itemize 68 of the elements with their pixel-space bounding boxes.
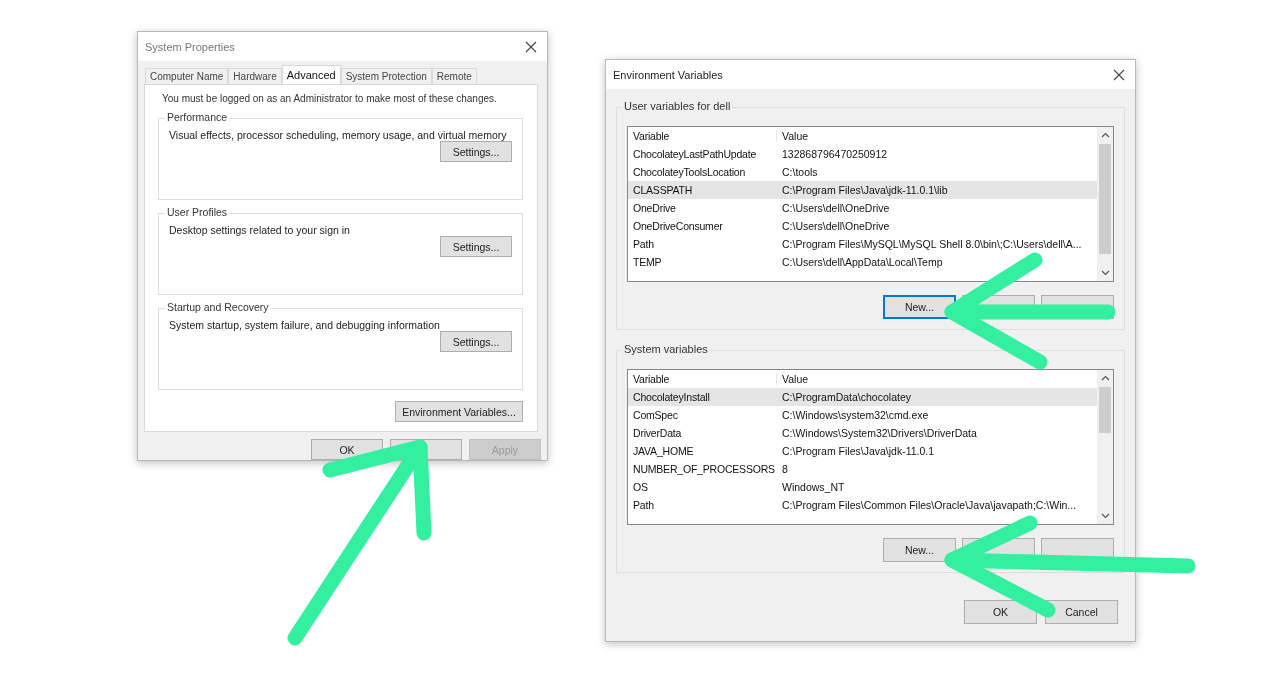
close-icon[interactable] [1113, 68, 1125, 81]
table-cell-text: OneDriveConsumer [632, 220, 724, 232]
table-cell-text: JAVA_HOME [632, 445, 695, 457]
window-title: System Properties [145, 40, 235, 53]
close-icon[interactable] [525, 40, 537, 53]
group-title: User Profiles [165, 206, 230, 218]
table-cell-text: ChocolateyLastPathUpdate [632, 148, 758, 160]
notice-text: You must be logged on as an Administrator to make most of these changes. [162, 93, 498, 104]
dialog-button[interactable]: Cancel [1045, 600, 1118, 624]
scroll-thumb[interactable] [1099, 387, 1111, 433]
settings-button[interactable]: Settings... [440, 236, 512, 257]
table-cell-text: OneDrive [632, 202, 677, 214]
table-cell-text: C:\Users\dell\OneDrive [781, 202, 890, 214]
table-cell-text: 8 [781, 463, 788, 475]
table-cell-text: ChocolateyInstall [632, 391, 711, 403]
table-cell-text: 132868796470250912 [781, 148, 888, 160]
window-title: Environment Variables [613, 68, 723, 81]
table-cell-text: C:\Program Files\Common Files\Oracle\Java\javapath;C:\Win... [781, 499, 1077, 511]
environment-variables-button[interactable]: Environment Variables... [395, 401, 523, 422]
table-cell-text: C:\Program Files\MySQL\MySQL Shell 8.0\bin\;C:\Users\dell\A... [781, 238, 1082, 250]
group-title: Performance [165, 111, 230, 123]
scroll-down-icon[interactable] [1100, 511, 1110, 520]
table-cell-text: C:\Users\dell\OneDrive [781, 220, 890, 232]
table-cell-text: ComSpec [632, 409, 679, 421]
table-cell-text: C:\ProgramData\chocolatey [781, 391, 911, 403]
scrollbar[interactable] [1097, 370, 1113, 524]
settings-button[interactable]: Settings... [440, 331, 512, 352]
column-header[interactable]: Variable [628, 130, 776, 142]
group-title: Startup and Recovery [165, 301, 271, 313]
scrollbar[interactable] [1097, 127, 1113, 281]
table-cell-text: C:\Windows\System32\Drivers\DriverData [781, 427, 977, 439]
table-cell-text: Path [632, 499, 655, 511]
tab[interactable]: Remote [431, 68, 477, 84]
dialog-button[interactable]: OK [964, 600, 1037, 624]
table-cell-text: C:\Users\dell\AppData\Local\Temp [781, 256, 943, 268]
table-cell-text: C:\Program Files\Java\jdk-11.0.1 [781, 445, 935, 457]
table-cell-text: DriverData [632, 427, 683, 439]
table-cell-text: C:\tools [781, 166, 818, 178]
settings-button[interactable]: Settings... [440, 141, 512, 162]
scroll-thumb[interactable] [1099, 144, 1111, 254]
group-description: Visual effects, processor scheduling, memory usage, and virtual memory [169, 129, 508, 141]
scroll-down-icon[interactable] [1100, 268, 1110, 277]
table-cell-text: C:\Windows\system32\cmd.exe [781, 409, 929, 421]
tab[interactable]: Advanced [281, 65, 341, 84]
selected-row-highlight[interactable]: ChocolateyInstall C:\ProgramData\chocolatey [628, 388, 1097, 406]
table-cell-text: Windows_NT [781, 481, 845, 493]
tab[interactable]: Hardware [228, 68, 282, 84]
table-cell-text: CLASSPATH [632, 184, 694, 196]
table-cell-text: Path [632, 238, 655, 250]
tab[interactable]: System Protection [340, 68, 432, 84]
column-header[interactable]: Value [776, 373, 809, 385]
tab[interactable]: Computer Name [145, 68, 229, 84]
table-cell-text: NUMBER_OF_PROCESSORS [632, 463, 776, 475]
group-description: Desktop settings related to your sign in [169, 224, 351, 236]
group-description: System startup, system failure, and debugging information [169, 319, 441, 331]
group-title: User variables for dell [622, 100, 733, 112]
dialog-button[interactable]: New... [883, 538, 956, 562]
selected-row-highlight[interactable]: CLASSPATH C:\Program Files\Java\jdk-11.0.1\lib [628, 181, 1097, 199]
dialog-button[interactable]: New... [883, 295, 956, 319]
scroll-up-icon[interactable] [1100, 131, 1110, 140]
table-cell-text: ChocolateyToolsLocation [632, 166, 747, 178]
column-header[interactable]: Value [776, 130, 809, 142]
table-cell-text: OS [632, 481, 649, 493]
group-title: System variables [622, 343, 710, 355]
scroll-up-icon[interactable] [1100, 374, 1110, 383]
table-cell-text: TEMP [632, 256, 663, 268]
column-header[interactable]: Variable [628, 373, 776, 385]
table-cell-text: C:\Program Files\Java\jdk-11.0.1\lib [781, 184, 948, 196]
